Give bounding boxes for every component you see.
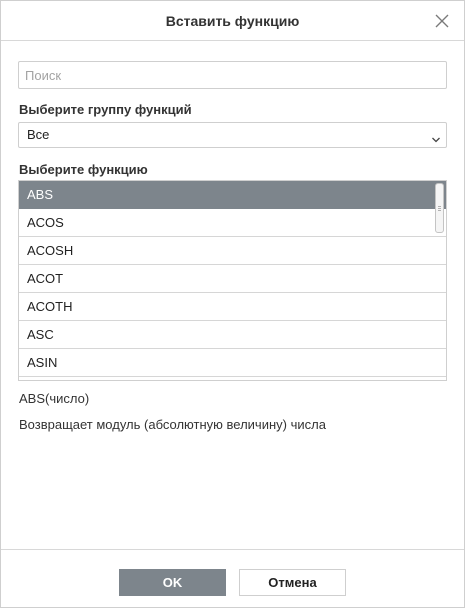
function-group-select[interactable]: Все [18,122,447,148]
function-list-item[interactable]: ACOSH [19,237,446,265]
ok-button[interactable]: OK [119,569,226,596]
function-list-item[interactable]: ACOTH [19,293,446,321]
close-icon[interactable] [434,13,450,29]
dialog-header: Вставить функцию [1,1,464,41]
chevron-down-icon [431,131,441,143]
function-list[interactable]: ABS ACOS ACOSH ACOT ACOTH ASC ASIN [18,180,447,381]
list-scrollbar[interactable] [435,183,444,233]
function-list-label: Выберите функцию [19,162,148,177]
function-list-item[interactable]: ACOT [19,265,446,293]
function-description: Возвращает модуль (абсолютную величину) … [19,417,326,432]
cancel-button[interactable]: Отмена [239,569,346,596]
dialog-footer: OK Отмена [1,549,464,607]
function-list-item[interactable]: ASC [19,321,446,349]
function-list-item[interactable]: ABS [19,181,446,209]
insert-function-dialog: Вставить функцию Выберите группу функций… [0,0,465,608]
search-input[interactable] [18,61,447,89]
dialog-title: Вставить функцию [165,13,300,29]
function-list-item[interactable]: ACOS [19,209,446,237]
function-list-item[interactable]: ASIN [19,349,446,377]
function-syntax: ABS(число) [19,391,90,406]
function-group-value: Все [27,127,50,142]
group-label: Выберите группу функций [19,102,192,117]
